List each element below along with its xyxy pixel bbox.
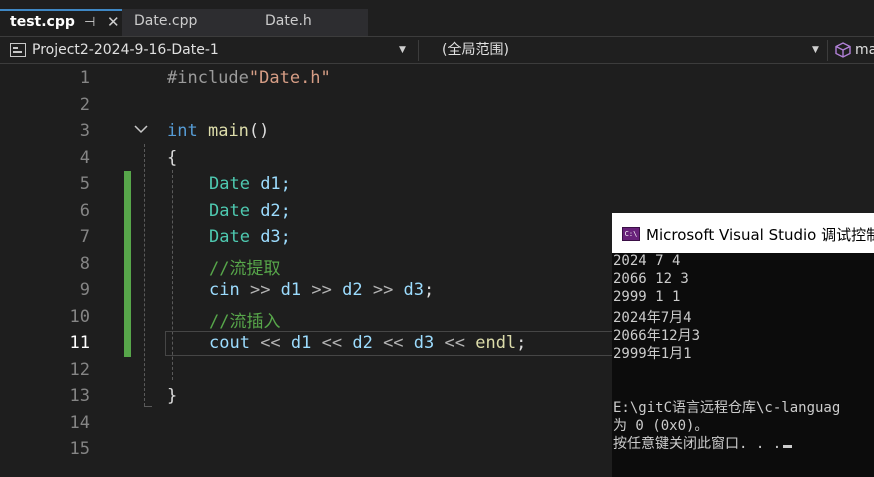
collapse-chevron-icon[interactable]	[134, 123, 148, 138]
console-output-line: 2066年12月3	[613, 328, 701, 344]
identifier: d2	[342, 280, 363, 300]
project-icon	[10, 43, 26, 57]
operator: >>	[239, 280, 281, 300]
line-number: 5	[79, 174, 90, 194]
function-name: main	[207, 121, 249, 141]
identifier: d1	[280, 280, 302, 300]
nav-divider	[827, 40, 828, 61]
code-line-5[interactable]: Date d1;	[209, 174, 291, 194]
line-number-current: 11	[69, 333, 90, 353]
code-line-11[interactable]: cout << d1 << d2 << d3 << endl;	[209, 333, 526, 353]
identifier: cin	[209, 280, 240, 300]
tab-test-cpp[interactable]: test.cpp ⊣ ✕	[0, 9, 130, 36]
line-number: 6	[79, 201, 90, 221]
code-line-10-comment[interactable]: //流插入	[209, 307, 280, 332]
type-name: Date	[209, 174, 250, 194]
console-prompt-line: 按任意键关闭此窗口. . .	[613, 433, 793, 453]
console-output-line: 2066 12 3	[613, 271, 689, 287]
operator: <<	[372, 333, 414, 353]
console-icon: C:\	[622, 227, 640, 241]
console-cursor	[783, 445, 793, 448]
code-line-13[interactable]: }	[167, 386, 177, 406]
line-number: 15	[69, 439, 90, 459]
type-name: Date	[209, 227, 250, 247]
identifier: d3	[403, 280, 425, 300]
identifier: cout	[209, 333, 250, 353]
console-output-line: 2999 1 1	[613, 289, 681, 305]
semicolon: ;	[424, 280, 435, 300]
line-number: 12	[69, 360, 90, 380]
navigation-bar: Project2-2024-9-16-Date-1 ▼ (全局范围) ▼ ma	[0, 36, 874, 64]
tab-date-cpp[interactable]: Date.cpp	[122, 9, 255, 36]
parens: ()	[248, 121, 270, 141]
nav-divider	[418, 40, 419, 61]
line-number: 8	[79, 254, 90, 274]
console-prompt-text: 按任意键关闭此窗口. . .	[613, 436, 782, 452]
line-number: 2	[79, 95, 90, 115]
code-line-7[interactable]: Date d3;	[209, 227, 291, 247]
preprocessor-directive: #include	[167, 68, 249, 88]
console-output-line: 2024年7月4	[613, 310, 692, 326]
tab-label: test.cpp	[10, 14, 75, 30]
pin-icon[interactable]: ⊣	[84, 11, 95, 34]
tab-label: Date.h	[265, 13, 312, 29]
line-number: 7	[79, 227, 90, 247]
debug-console-window[interactable]: C:\ Microsoft Visual Studio 调试控制 2024 7 …	[612, 213, 874, 477]
change-marker	[124, 171, 131, 357]
console-output-line: 2024 7 4	[613, 253, 681, 269]
console-title-bar[interactable]: C:\ Microsoft Visual Studio 调试控制	[612, 213, 874, 253]
cube-icon	[835, 42, 851, 58]
close-icon[interactable]: ✕	[107, 11, 120, 34]
keyword: int	[167, 121, 198, 141]
line-number: 4	[79, 148, 90, 168]
document-tab-bar: test.cpp ⊣ ✕ Date.cpp Date.h	[0, 0, 874, 36]
code-line-8-comment[interactable]: //流提取	[209, 254, 280, 279]
code-line-6[interactable]: Date d2;	[209, 201, 291, 221]
variable: d2;	[249, 201, 291, 221]
operator: <<	[311, 333, 353, 353]
member-dropdown[interactable]: ma	[855, 40, 874, 61]
line-number: 9	[79, 280, 90, 300]
line-number: 3	[79, 121, 90, 141]
console-title: Microsoft Visual Studio 调试控制	[646, 226, 874, 244]
chevron-down-icon[interactable]: ▼	[812, 40, 819, 61]
line-number: 13	[69, 386, 90, 406]
scope-guide-end	[144, 406, 152, 407]
tab-label: Date.cpp	[134, 13, 198, 29]
operator: >>	[301, 280, 343, 300]
code-line-3[interactable]: int main()	[167, 121, 269, 141]
tab-date-h[interactable]: Date.h	[253, 9, 368, 36]
scope-dropdown[interactable]: (全局范围)	[442, 40, 509, 61]
identifier: endl	[475, 333, 517, 353]
include-file: "Date.h"	[248, 68, 331, 88]
line-number: 1	[79, 68, 90, 88]
line-number: 14	[69, 413, 90, 433]
scope-guide	[144, 144, 145, 406]
console-output-line: E:\gitC语言远程仓库\c-languag	[613, 400, 841, 416]
identifier: d2	[352, 333, 373, 353]
console-output-line: 2999年1月1	[613, 346, 692, 362]
code-line-9[interactable]: cin >> d1 >> d2 >> d3;	[209, 280, 434, 300]
console-output-line: 为 0 (0x0)。	[613, 418, 709, 434]
operator: >>	[362, 280, 404, 300]
operator: <<	[249, 333, 291, 353]
variable: d1;	[249, 174, 291, 194]
operator: <<	[434, 333, 476, 353]
chevron-down-icon[interactable]: ▼	[399, 40, 406, 61]
type-name: Date	[209, 201, 250, 221]
project-dropdown[interactable]: Project2-2024-9-16-Date-1	[32, 40, 219, 61]
code-line-4[interactable]: {	[167, 148, 177, 168]
line-number: 10	[69, 307, 90, 327]
identifier: d3	[413, 333, 435, 353]
variable: d3;	[249, 227, 291, 247]
semicolon: ;	[516, 333, 527, 353]
code-line-1[interactable]: #include"Date.h"	[167, 68, 331, 88]
identifier: d1	[290, 333, 312, 353]
